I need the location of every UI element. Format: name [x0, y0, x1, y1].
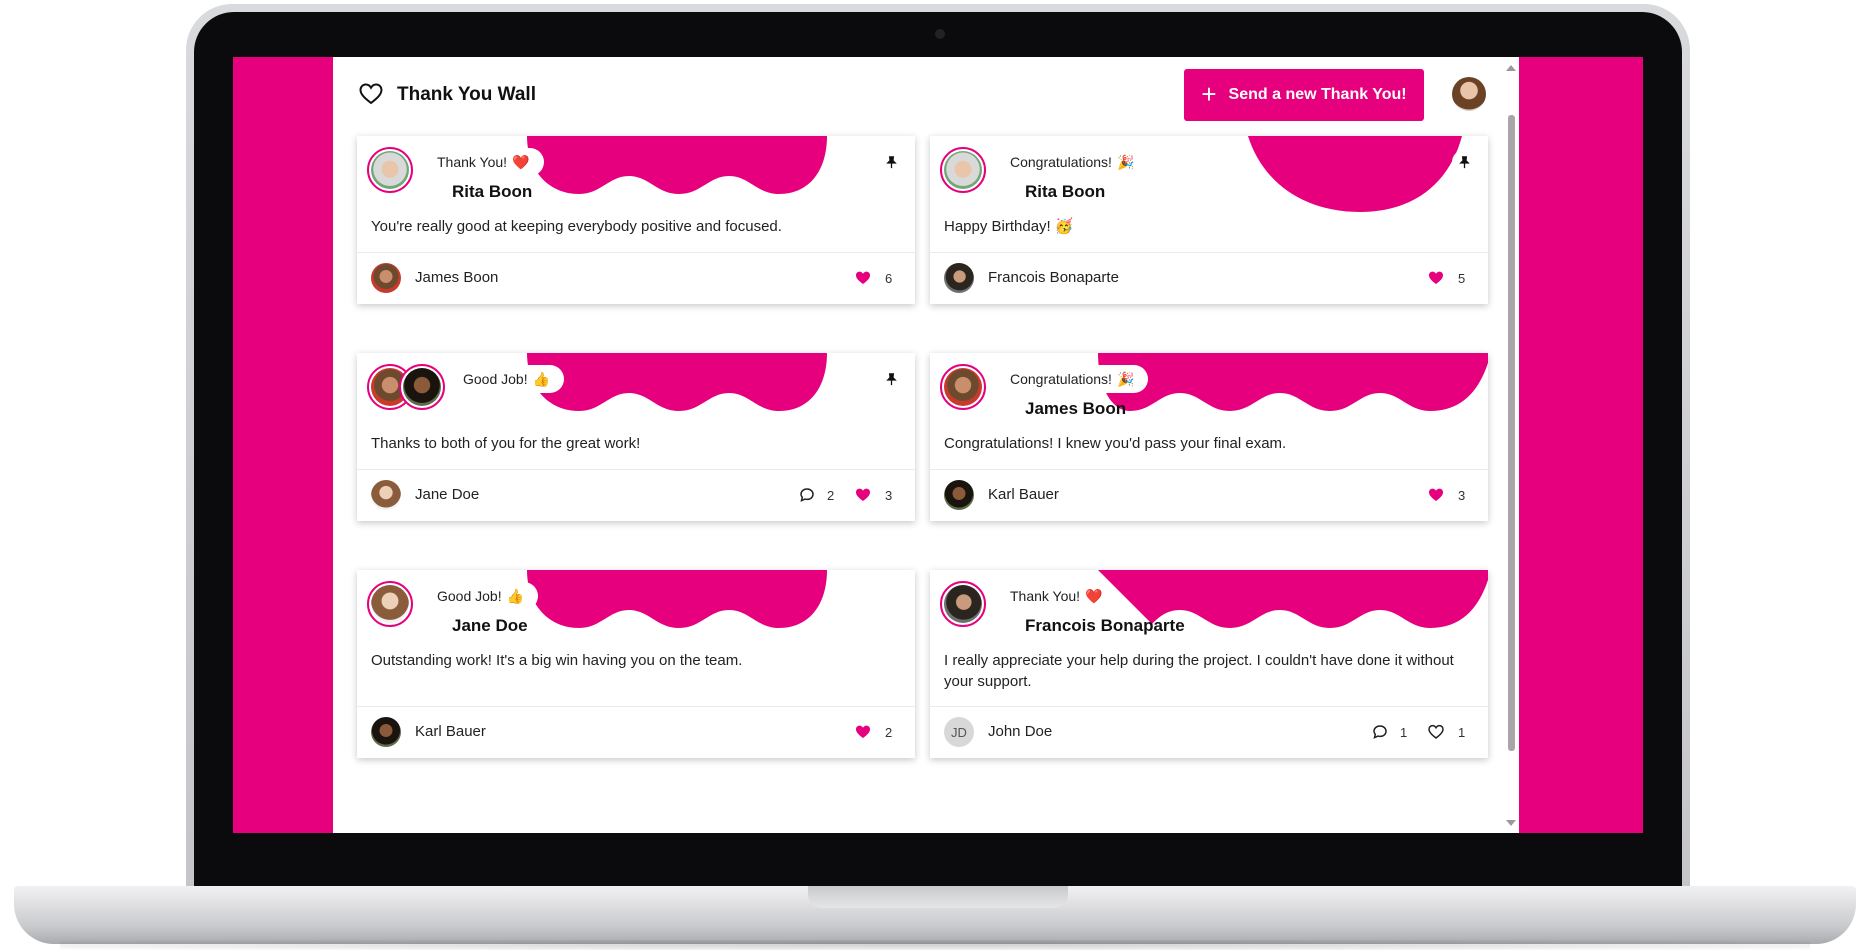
category-badge: Good Job! 👍: [423, 582, 539, 610]
laptop-notch: [808, 886, 1068, 908]
sender-avatar: [371, 263, 401, 293]
recipient-avatar: [940, 364, 986, 410]
sender-avatar: [371, 480, 401, 510]
recipient-name: Rita Boon: [1025, 182, 1106, 201]
sender-avatar: [944, 263, 974, 293]
card-divider: [357, 252, 915, 253]
category-badge: Thank You! ❤️: [423, 148, 544, 176]
user-avatar[interactable]: [1452, 77, 1486, 111]
page-title: Thank You Wall: [397, 84, 536, 105]
category-label: Thank You!: [437, 154, 508, 170]
scroll-up-arrow[interactable]: [1506, 65, 1516, 71]
like-count: 1: [1458, 725, 1466, 740]
thank-you-card[interactable]: Congratulations! 🎉 Rita Boon Happy Birth…: [930, 136, 1488, 304]
laptop-shadow: [60, 940, 1810, 950]
send-button-label: Send a new Thank You!: [1228, 86, 1407, 103]
sender-avatar: [371, 717, 401, 747]
card-divider: [357, 706, 915, 707]
recipient-avatar: [940, 581, 986, 627]
scrollbar[interactable]: [1503, 57, 1519, 833]
comment-icon[interactable]: [799, 487, 815, 503]
heart-icon[interactable]: [855, 724, 871, 740]
heart-icon[interactable]: [855, 270, 871, 286]
thumbs-up-emoji-icon: 👍: [506, 587, 525, 604]
camera: [935, 29, 945, 39]
heart-outline-icon[interactable]: [1428, 724, 1444, 740]
like-count: 3: [1458, 488, 1466, 503]
card-divider: [930, 469, 1488, 470]
sender-name: John Doe: [988, 723, 1053, 740]
recipient-avatar: [367, 581, 413, 627]
category-badge: Thank You! ❤️: [996, 582, 1117, 610]
header: Thank You Wall + Send a new Thank You!: [333, 57, 1519, 129]
sender-name: James Boon: [415, 269, 499, 286]
recipient-avatar: [367, 147, 413, 193]
pin-icon[interactable]: [1452, 150, 1476, 174]
category-badge: Good Job! 👍: [449, 365, 565, 393]
app-window: Thank You Wall + Send a new Thank You! T…: [333, 57, 1519, 833]
category-label: Good Job!: [437, 588, 502, 604]
heart-icon[interactable]: [855, 487, 871, 503]
card-divider: [357, 469, 915, 470]
card-divider: [930, 252, 1488, 253]
category-label: Congratulations!: [1010, 154, 1112, 170]
sender-name: Karl Bauer: [988, 486, 1059, 503]
send-thank-you-button[interactable]: + Send a new Thank You!: [1184, 69, 1424, 121]
party-emoji-icon: 🎉: [1116, 370, 1135, 387]
like-count: 3: [885, 488, 893, 503]
heart-icon[interactable]: [1428, 487, 1444, 503]
heart-emoji-icon: ❤️: [512, 153, 530, 170]
thank-you-card[interactable]: Congratulations! 🎉 James Boon Congratula…: [930, 353, 1488, 521]
card-message: Happy Birthday! 🥳: [944, 218, 1074, 235]
heart-emoji-icon: ❤️: [1085, 587, 1103, 604]
pin-icon[interactable]: [879, 367, 903, 391]
comment-count: 1: [1400, 725, 1408, 740]
card-message: Congratulations! I knew you'd pass your …: [944, 435, 1287, 452]
screen: Thank You Wall + Send a new Thank You! T…: [233, 57, 1643, 833]
like-count: 6: [885, 271, 893, 286]
recipient-avatar: [940, 147, 986, 193]
card-message: Thanks to both of you for the great work…: [371, 435, 641, 452]
recipient-name: Jane Doe: [452, 616, 528, 635]
category-label: Good Job!: [463, 371, 528, 387]
sender-name: Karl Bauer: [415, 723, 486, 740]
thank-you-card[interactable]: Thank You! ❤️ Francois Bonaparte I reall…: [930, 570, 1488, 758]
like-count: 2: [885, 725, 893, 740]
recipient-name: Francois Bonaparte: [1025, 616, 1185, 635]
sender-name: Francois Bonaparte: [988, 269, 1119, 286]
category-badge: Congratulations! 🎉: [996, 365, 1149, 393]
thank-you-card[interactable]: Thank You! ❤️ Rita Boon You're really go…: [357, 136, 915, 304]
thank-you-card[interactable]: Good Job! 👍 Jane Doe Outstanding work! I…: [357, 570, 915, 758]
recipient-name: James Boon: [1025, 399, 1127, 418]
scroll-thumb[interactable]: [1508, 115, 1515, 751]
category-badge: Congratulations! 🎉: [996, 148, 1149, 176]
card-message: Outstanding work! It's a big win having …: [371, 652, 743, 669]
comment-icon[interactable]: [1372, 724, 1388, 740]
scroll-down-arrow[interactable]: [1506, 820, 1516, 826]
category-label: Thank You!: [1010, 588, 1081, 604]
heart-outline-icon: [359, 83, 383, 105]
comment-count: 2: [827, 488, 835, 503]
like-count: 5: [1458, 271, 1466, 286]
recipient-avatar: [399, 364, 445, 410]
party-emoji-icon: 🎉: [1116, 153, 1135, 170]
heart-icon[interactable]: [1428, 270, 1444, 286]
card-message: You're really good at keeping everybody …: [371, 218, 782, 235]
category-label: Congratulations!: [1010, 371, 1112, 387]
thumbs-up-emoji-icon: 👍: [532, 370, 551, 387]
sender-name: Jane Doe: [415, 486, 480, 503]
card-divider: [930, 706, 1488, 707]
plus-icon: +: [1201, 78, 1217, 109]
sender-avatar: [944, 480, 974, 510]
thank-you-card[interactable]: Good Job! 👍 Thanks to both of you for th…: [357, 353, 915, 521]
card-message: I really appreciate your help during the…: [944, 652, 1454, 690]
recipient-name: Rita Boon: [452, 182, 533, 201]
pin-icon[interactable]: [879, 150, 903, 174]
sender-avatar: JD: [944, 717, 974, 747]
